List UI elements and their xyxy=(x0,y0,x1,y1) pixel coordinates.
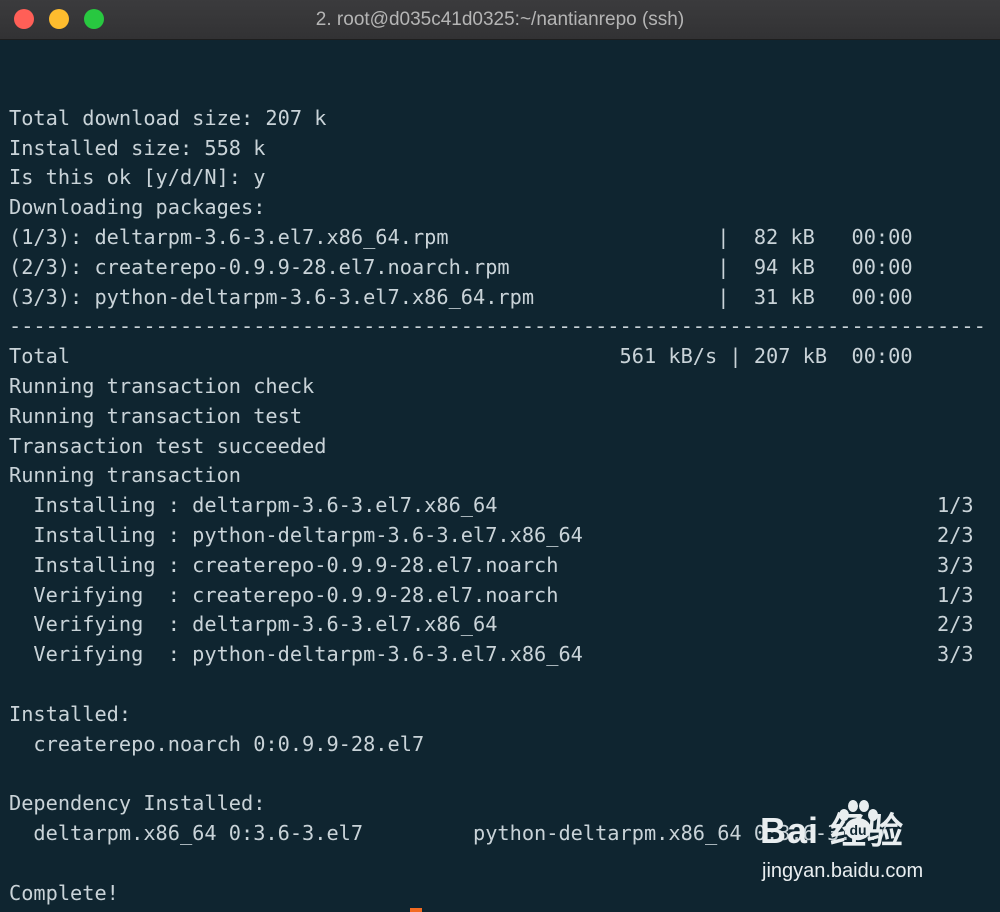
terminal-line: (3/3): python-deltarpm-3.6-3.el7.x86_64.… xyxy=(9,284,913,309)
svg-text:du: du xyxy=(849,822,866,838)
terminal-line: createrepo.noarch 0:0.9.9-28.el7 xyxy=(9,731,425,756)
terminal-line: Transaction test succeeded xyxy=(9,433,327,458)
terminal-line: (1/3): deltarpm-3.6-3.el7.x86_64.rpm | 8… xyxy=(9,224,913,249)
terminal-line: Installing : python-deltarpm-3.6-3.el7.x… xyxy=(9,522,974,547)
terminal-line: Total download size: 207 k xyxy=(9,105,327,130)
watermark-brand: Bai 经验 xyxy=(760,810,905,851)
window-title: 2. root@d035c41d0325:~/nantianrepo (ssh) xyxy=(315,9,685,30)
terminal-line: Running transaction xyxy=(9,463,241,488)
terminal-window: 2. root@d035c41d0325:~/nantianrepo (ssh)… xyxy=(0,0,1000,912)
terminal-output[interactable]: Total download size: 207 k Installed size… xyxy=(9,74,996,912)
terminal-line: Installed: xyxy=(9,701,132,726)
terminal-line: Installing : deltarpm-3.6-3.el7.x86_64 1… xyxy=(9,493,974,518)
terminal-line: ----------------------------------------… xyxy=(9,314,986,339)
terminal-line: Verifying : deltarpm-3.6-3.el7.x86_64 2/… xyxy=(9,612,974,637)
terminal-line: Downloading packages: xyxy=(9,195,266,220)
title-bar[interactable]: 2. root@d035c41d0325:~/nantianrepo (ssh) xyxy=(0,0,1000,40)
terminal-line: Total 561 kB/s | 207 kB 00:00 xyxy=(9,344,913,369)
paw-logo-icon: du xyxy=(839,800,878,840)
terminal-line: Verifying : createrepo-0.9.9-28.el7.noar… xyxy=(9,582,974,607)
terminal-line: Installed size: 558 k xyxy=(9,135,266,160)
prompt-line[interactable]: [root@d035c41d0325 nantianrepo]# xyxy=(9,908,996,912)
cursor-block xyxy=(409,908,422,912)
terminal-line: Running transaction test xyxy=(9,403,303,428)
baidu-watermark: Bai 经验 du jingyan.baidu.com xyxy=(760,800,945,892)
terminal-line: Is this ok [y/d/N]: y xyxy=(9,165,266,190)
terminal-line: (2/3): createrepo-0.9.9-28.el7.noarch.rp… xyxy=(9,254,913,279)
terminal-line: Verifying : python-deltarpm-3.6-3.el7.x8… xyxy=(9,642,974,667)
terminal-line: Installing : createrepo-0.9.9-28.el7.noa… xyxy=(9,552,974,577)
watermark-url: jingyan.baidu.com xyxy=(762,860,924,882)
terminal-line: Running transaction check xyxy=(9,373,315,398)
